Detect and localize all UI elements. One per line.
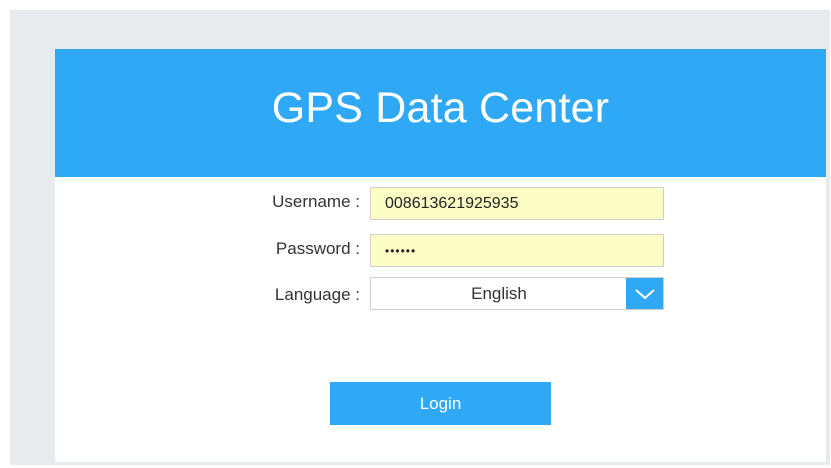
page-title: GPS Data Center [271, 83, 610, 132]
language-dropdown-button[interactable] [626, 278, 663, 309]
chevron-down-icon [634, 288, 655, 299]
language-selected-value: English [471, 284, 527, 303]
username-field[interactable] [370, 187, 664, 220]
language-select[interactable]: English [370, 277, 664, 310]
page-frame: GPS Data Center Username : Password : La… [10, 10, 830, 465]
login-button[interactable]: Login [330, 382, 551, 425]
login-header: GPS Data Center [55, 49, 826, 177]
language-label: Language : [274, 285, 360, 304]
password-field[interactable] [370, 234, 664, 267]
login-card: GPS Data Center Username : Password : La… [55, 49, 826, 462]
password-label: Password : [275, 239, 360, 258]
username-label: Username : [272, 192, 360, 211]
